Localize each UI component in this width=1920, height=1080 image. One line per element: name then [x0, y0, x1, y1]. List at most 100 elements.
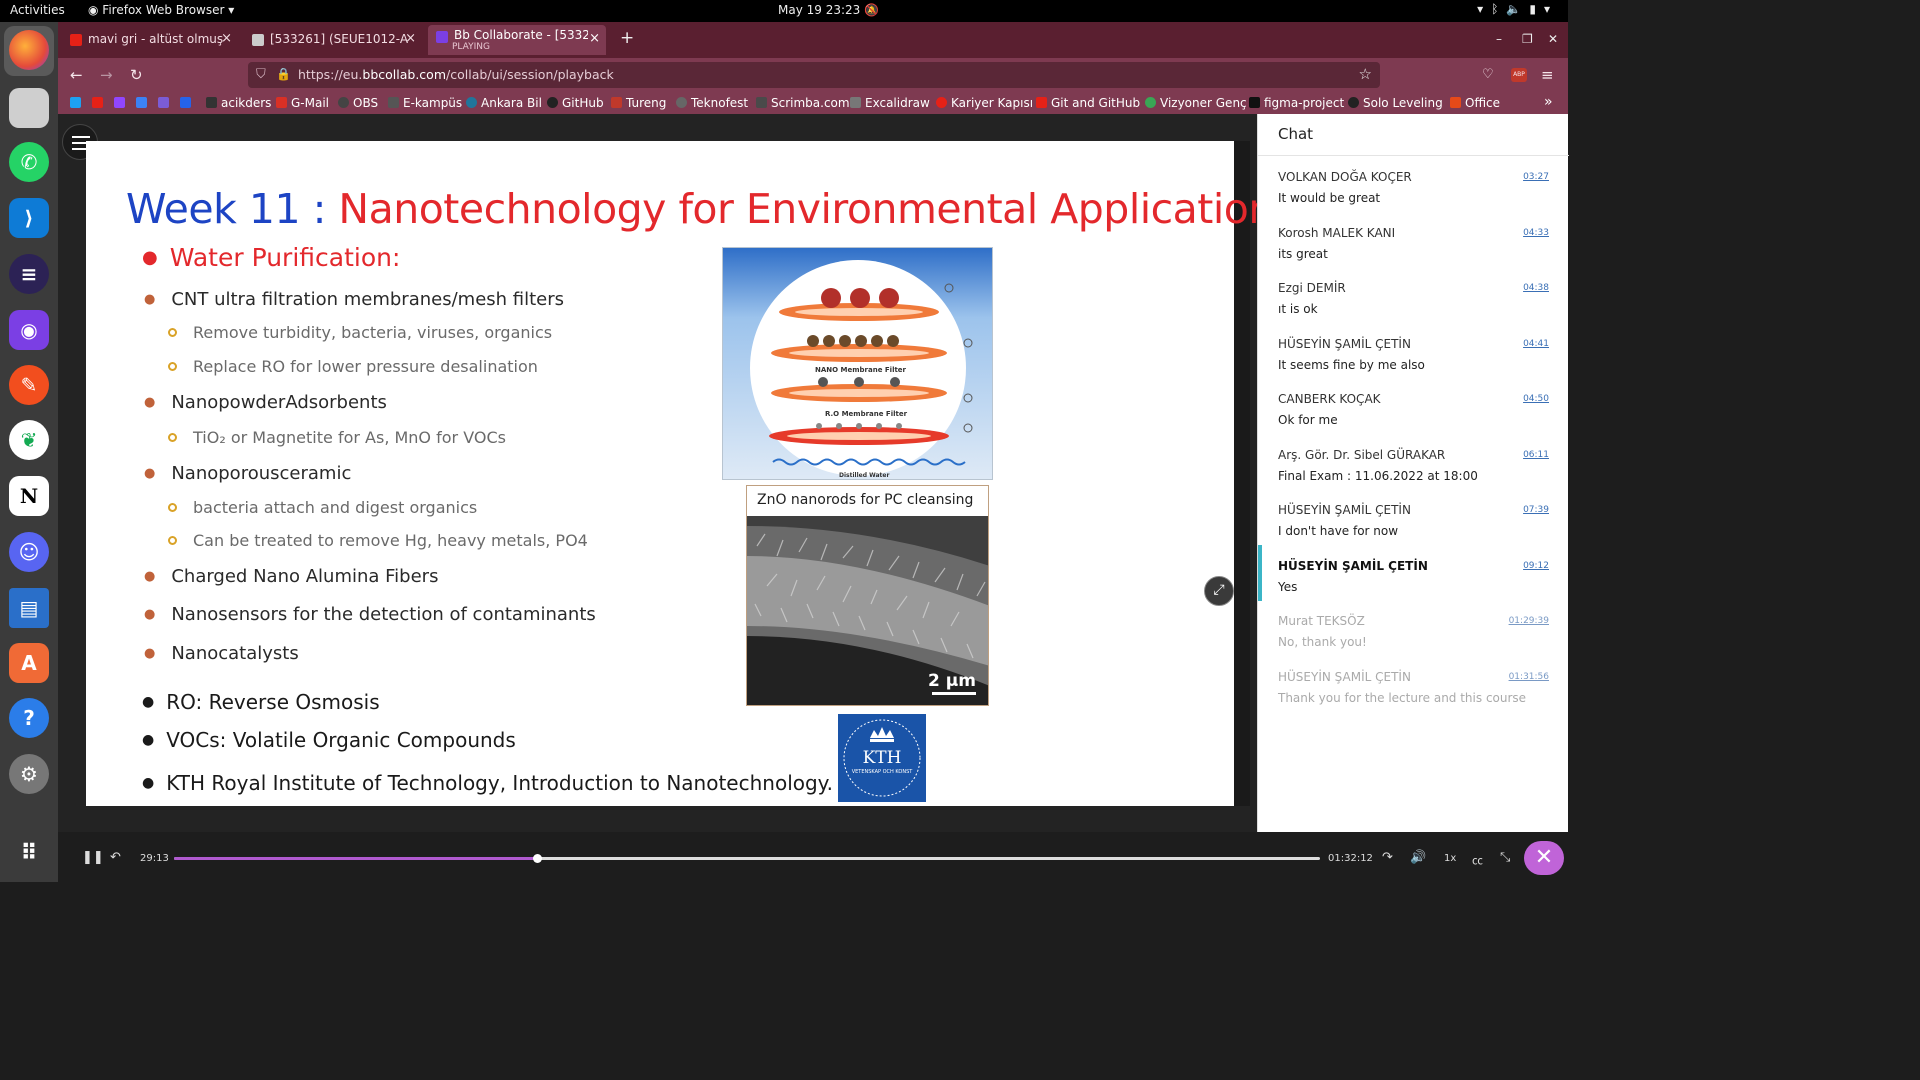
- chat-timestamp-link[interactable]: 04:41: [1523, 339, 1549, 349]
- help-icon[interactable]: ?: [9, 698, 49, 738]
- fullscreen-button[interactable]: ⤡: [1500, 850, 1510, 865]
- chat-timestamp-link[interactable]: 06:11: [1523, 450, 1549, 460]
- firefox-icon[interactable]: [9, 30, 49, 70]
- close-tab-icon[interactable]: ×: [589, 31, 600, 46]
- bookmark-twitter[interactable]: [70, 96, 85, 110]
- bookmark-excalidraw[interactable]: Excalidraw: [850, 96, 930, 110]
- clock[interactable]: May 19 23:23 🔕: [778, 3, 879, 17]
- close-session-button[interactable]: ✕: [1524, 841, 1564, 875]
- bookmark-scrimba[interactable]: Scrimba.com: [756, 96, 850, 110]
- chat-text: Final Exam : 11.06.2022 at 18:00: [1278, 468, 1478, 483]
- bookmark-ankara-bil[interactable]: Ankara Bil: [466, 96, 542, 110]
- browser-tab[interactable]: [533261] (SEUE1012-A) N ×: [244, 25, 422, 55]
- app-icon: [180, 97, 191, 108]
- forward-button[interactable]: ↷: [1382, 850, 1393, 865]
- more-bookmarks-icon[interactable]: »: [1544, 94, 1553, 110]
- bookmark-app[interactable]: [158, 96, 173, 110]
- restore-button[interactable]: ❐: [1522, 32, 1533, 46]
- seek-bar[interactable]: [174, 854, 1320, 863]
- bookmark-obs[interactable]: OBS: [338, 96, 378, 110]
- github-desktop-icon[interactable]: ◉: [9, 310, 49, 350]
- bookmark-office[interactable]: Office: [1450, 96, 1500, 110]
- postman-icon[interactable]: ✎: [9, 365, 49, 405]
- slide-edge: [1234, 141, 1250, 806]
- new-tab-button[interactable]: +: [620, 28, 634, 48]
- bookmark-youtube[interactable]: [92, 96, 107, 110]
- bb-collaborate-icon: [436, 31, 448, 43]
- close-tab-icon[interactable]: ×: [405, 31, 416, 46]
- activities-button[interactable]: Activities: [10, 3, 65, 17]
- adblock-plus-icon[interactable]: ABP: [1511, 68, 1527, 82]
- system-top-bar: Activities ◉ Firefox Web Browser ▾ May 1…: [0, 0, 1568, 22]
- vscode-icon[interactable]: ⟩: [9, 198, 49, 238]
- close-tab-icon[interactable]: ×: [221, 31, 232, 46]
- bookmark-solo-leveling[interactable]: Solo Leveling: [1348, 96, 1443, 110]
- chat-timestamp-link[interactable]: 01:31:56: [1509, 672, 1549, 682]
- chat-message: Arş. Gör. Dr. Sibel GÜRAKAR 06:11 Final Ex…: [1258, 448, 1569, 503]
- software-center-icon[interactable]: A: [9, 643, 49, 683]
- hamburger-menu-icon[interactable]: ≡: [1541, 66, 1554, 84]
- bookmark-github[interactable]: GitHub: [547, 96, 604, 110]
- rewind-button[interactable]: ↶: [110, 850, 121, 865]
- volume-button[interactable]: 🔊: [1410, 850, 1426, 865]
- tureng-icon: [611, 97, 622, 108]
- back-icon[interactable]: ←: [70, 66, 83, 84]
- playback-speed-button[interactable]: 1x: [1444, 853, 1456, 864]
- bookmark-ekampus[interactable]: E-kampüs: [388, 96, 462, 110]
- pause-button[interactable]: ❚❚: [82, 850, 104, 865]
- pocket-icon[interactable]: ♡: [1482, 67, 1494, 82]
- browser-tab[interactable]: mavi gri - altüst olmuşum ×: [62, 25, 238, 55]
- chat-timestamp-link[interactable]: 04:50: [1523, 394, 1549, 404]
- bookmark-teknofest[interactable]: Teknofest: [676, 96, 748, 110]
- chat-timestamp-link[interactable]: 01:29:39: [1509, 616, 1549, 626]
- minimize-button[interactable]: –: [1496, 32, 1502, 46]
- chat-sender: Korosh MALEK KANI: [1278, 225, 1396, 240]
- chat-timestamp-link[interactable]: 04:38: [1523, 283, 1549, 293]
- app-menu[interactable]: ◉ Firefox Web Browser ▾: [88, 3, 234, 17]
- bookmark-app[interactable]: [180, 96, 195, 110]
- system-tray[interactable]: ▾ᛒ🔈▮▾: [1477, 2, 1558, 16]
- bookmark-calendar[interactable]: [136, 96, 151, 110]
- eclipse-icon[interactable]: ≡: [9, 254, 49, 294]
- reload-icon[interactable]: ↻: [130, 66, 143, 84]
- files-icon[interactable]: [9, 88, 49, 128]
- mongodb-compass-icon[interactable]: ❦: [9, 420, 49, 460]
- app-menu-label: Firefox Web Browser ▾: [102, 3, 235, 17]
- bookmark-star-icon[interactable]: ☆: [1359, 65, 1372, 83]
- captions-button[interactable]: ㏄: [1472, 852, 1483, 868]
- expand-view-button[interactable]: ⤢: [1204, 576, 1234, 606]
- slide-sub-bullet: Can be treated to remove Hg, heavy metal…: [168, 531, 588, 550]
- chat-text: I don't have for now: [1278, 524, 1399, 538]
- close-window-button[interactable]: ✕: [1548, 32, 1558, 46]
- excalidraw-icon: [850, 97, 861, 108]
- chat-timestamp-link[interactable]: 09:12: [1523, 561, 1549, 571]
- chat-timestamp-link[interactable]: 07:39: [1523, 505, 1549, 515]
- url-text[interactable]: https://eu.bbcollab.com/collab/ui/sessio…: [298, 67, 614, 82]
- notion-icon[interactable]: N: [9, 476, 49, 516]
- lock-icon[interactable]: 🔒: [276, 67, 291, 81]
- forward-icon[interactable]: →: [100, 66, 113, 84]
- bookmark-vizyoner-genc[interactable]: Vizyoner Genç: [1145, 96, 1247, 110]
- bookmark-gmail[interactable]: G-Mail: [276, 96, 329, 110]
- libreoffice-writer-icon[interactable]: ▤: [9, 588, 49, 628]
- bookmark-acikders[interactable]: acikders: [206, 96, 271, 110]
- browser-tab-bar: mavi gri - altüst olmuşum × [533261] (SE…: [58, 22, 1568, 58]
- discord-icon[interactable]: ☺: [9, 532, 49, 572]
- bookmark-git-and-github[interactable]: Git and GitHub: [1036, 96, 1140, 110]
- chat-timestamp-link[interactable]: 03:27: [1523, 172, 1549, 182]
- dock: ✆ ⟩ ≡ ◉ ✎ ❦ N ☺ ▤ A ? ⚙ ⠿: [0, 22, 58, 882]
- show-apps-icon[interactable]: ⠿: [9, 834, 49, 874]
- distilled-water-label: Distilled Water: [839, 472, 890, 479]
- bookmark-tureng[interactable]: Tureng: [611, 96, 666, 110]
- seek-handle[interactable]: [533, 854, 543, 863]
- settings-icon[interactable]: ⚙: [9, 754, 49, 794]
- total-duration: 01:32:12: [1328, 853, 1373, 864]
- bookmark-twitch[interactable]: [114, 96, 129, 110]
- chat-timestamp-link[interactable]: 04:33: [1523, 228, 1549, 238]
- browser-tab-active[interactable]: Bb Collaborate - [533261 PLAYING ×: [428, 25, 606, 55]
- whatsapp-icon[interactable]: ✆: [9, 142, 49, 182]
- url-bar[interactable]: ⛉ 🔒 https://eu.bbcollab.com/collab/ui/se…: [248, 62, 1380, 88]
- bookmark-figma-project[interactable]: figma-project: [1249, 96, 1344, 110]
- tracking-protection-icon[interactable]: ⛉: [256, 67, 266, 82]
- bookmark-kariyer-kapisi[interactable]: Kariyer Kapısı: [936, 96, 1033, 110]
